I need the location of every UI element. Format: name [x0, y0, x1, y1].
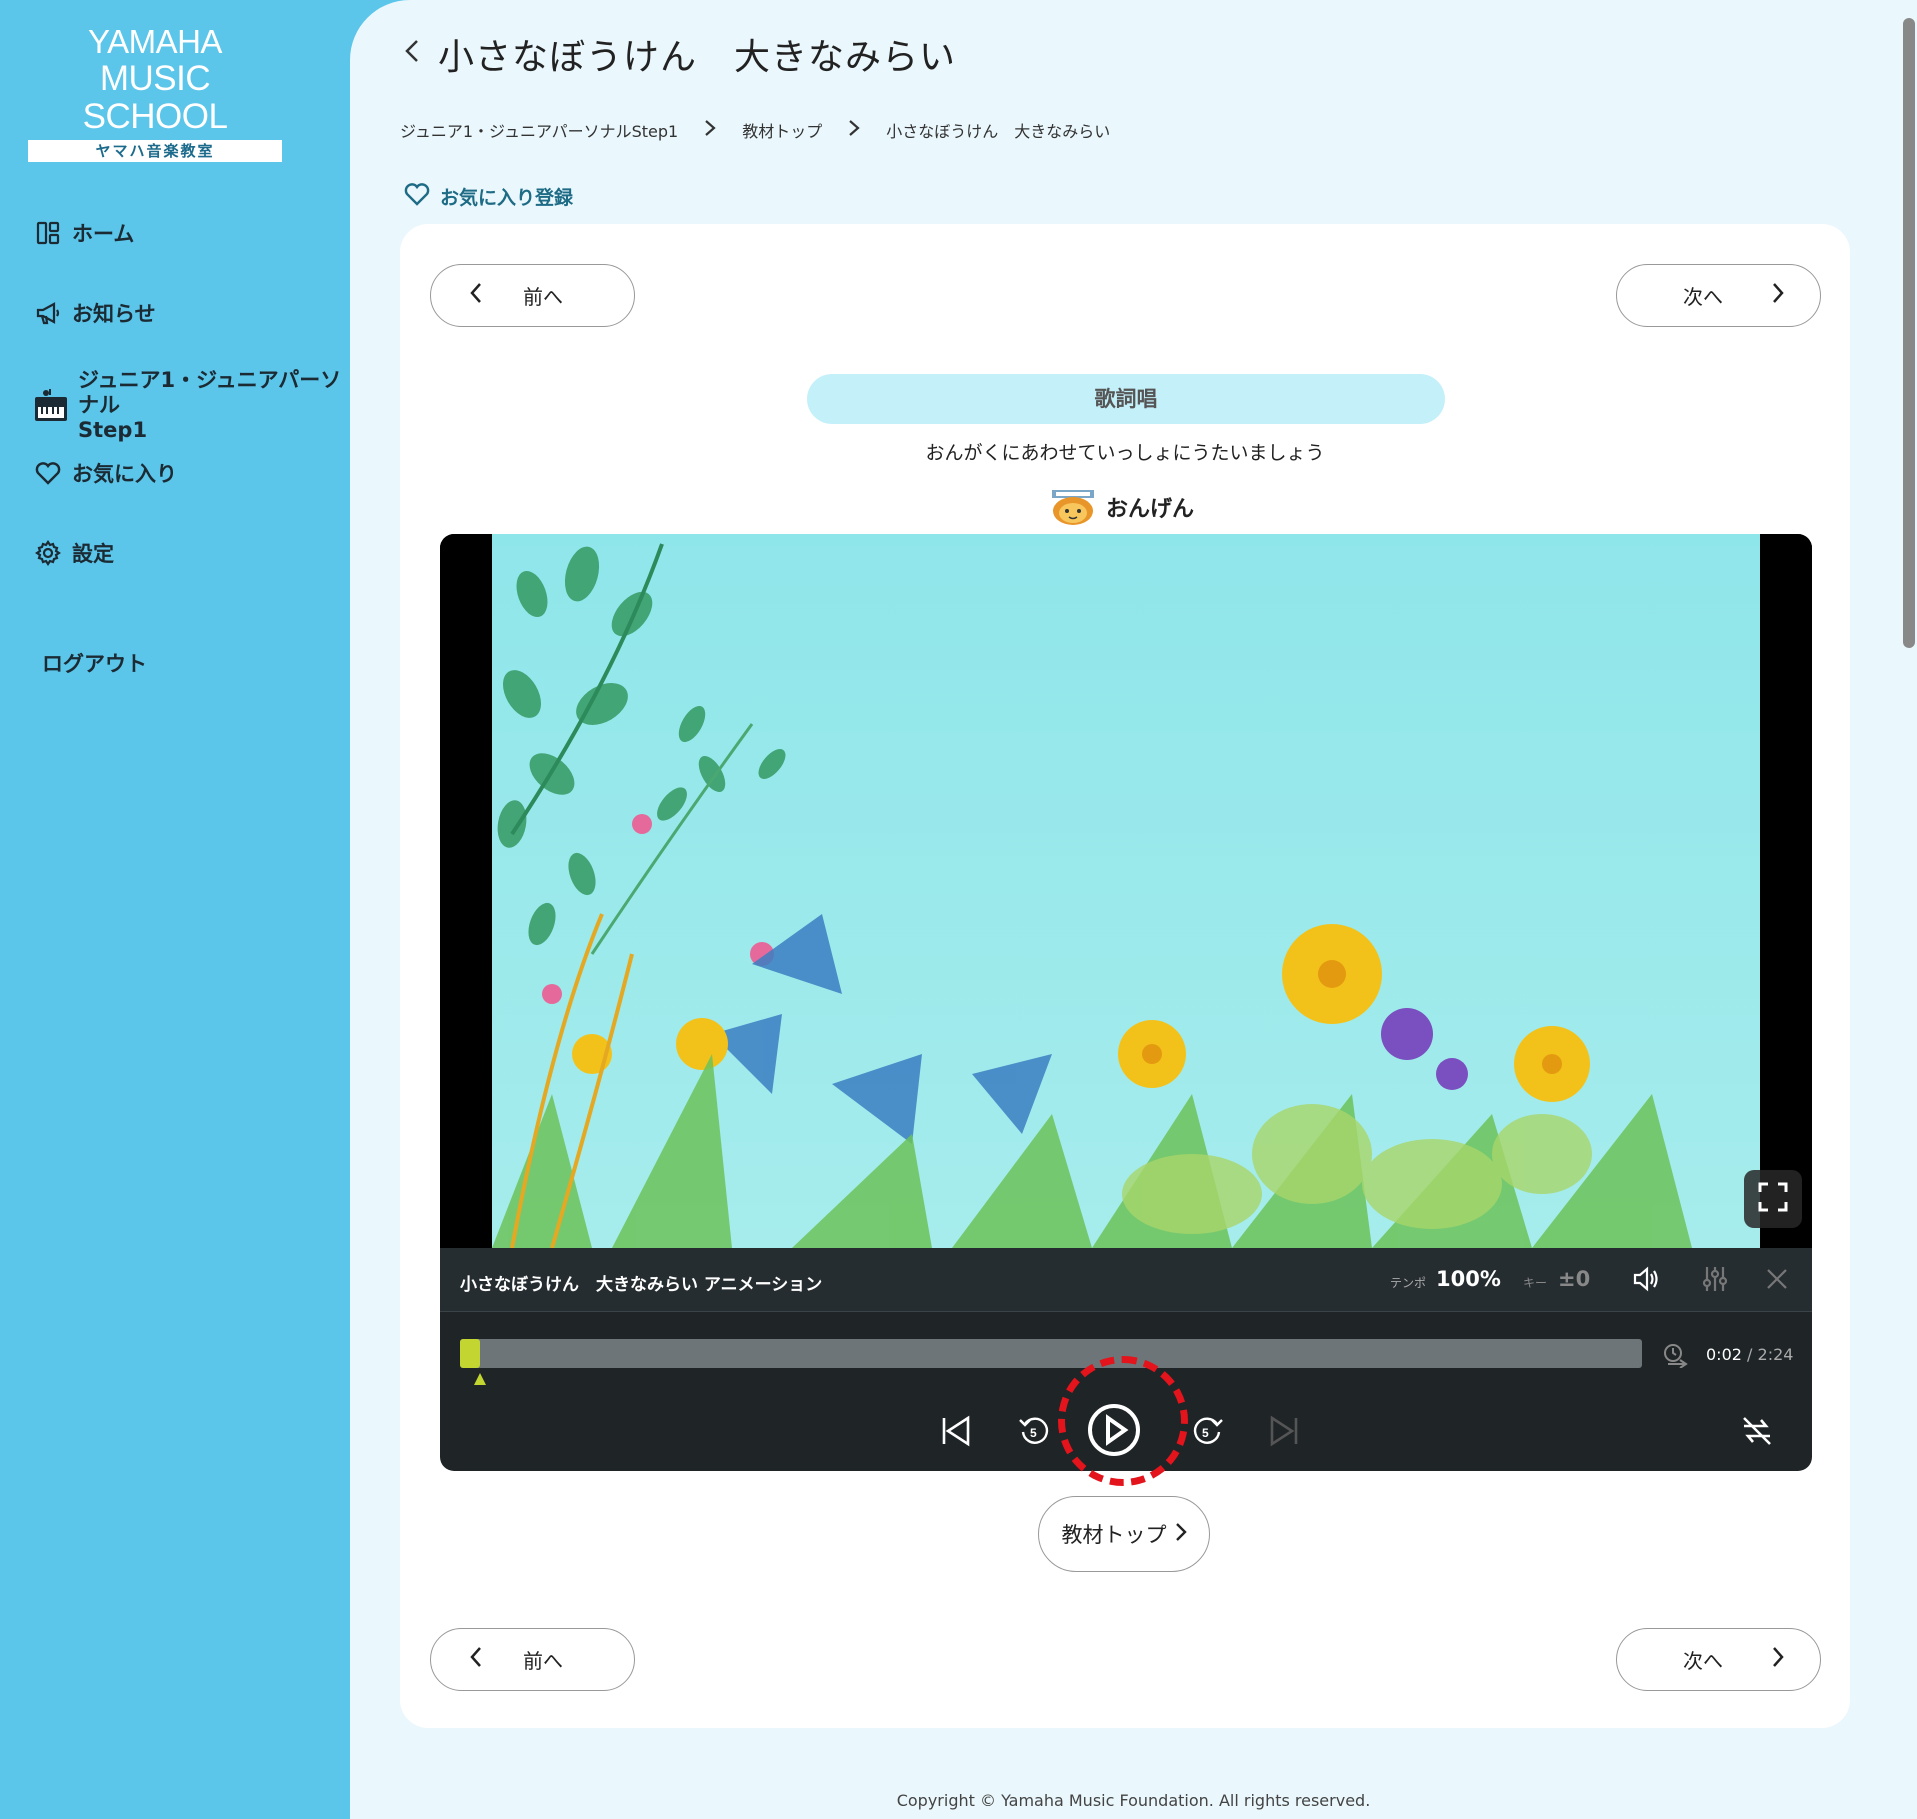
- title-row: 小さなぼうけん 大きなみらい: [404, 28, 956, 80]
- prev-label: 前へ: [523, 285, 563, 309]
- kyozai-top-label: 教材トップ: [1061, 1523, 1167, 1547]
- sidebar-item-label: 設定: [72, 542, 114, 566]
- instruction-text: おんがくにあわせていっしょにうたいましょう: [925, 442, 1325, 464]
- breadcrumb: ジュニア1・ジュニアパーソナルStep1 教材トップ 小さなぼうけん 大きなみら…: [400, 118, 1110, 142]
- prev-button-bottom[interactable]: 前へ: [430, 1628, 635, 1691]
- chevron-right-icon: [1771, 281, 1785, 311]
- mixer-settings-icon[interactable]: [1702, 1265, 1728, 1293]
- chevron-right-icon: [1175, 1520, 1187, 1548]
- seek-bar-handle[interactable]: [474, 1373, 486, 1385]
- yamaha-logo[interactable]: YAMAHA MUSIC SCHOOL ヤマハ音楽教室: [28, 24, 282, 162]
- favorite-register-button[interactable]: お気に入り登録: [404, 182, 573, 211]
- svg-text:5: 5: [1202, 1426, 1209, 1440]
- audio-source-text: おんげん: [1106, 497, 1195, 522]
- logo-line3: ヤマハ音楽教室: [28, 140, 282, 162]
- next-button-bottom[interactable]: 次へ: [1616, 1628, 1821, 1691]
- tempo-value[interactable]: 100%: [1436, 1267, 1501, 1291]
- sidebar-item-home[interactable]: ホーム: [34, 218, 134, 248]
- sidebar-item-settings[interactable]: 設定: [34, 538, 114, 568]
- page-title: 小さなぼうけん 大きなみらい: [438, 37, 957, 78]
- seek-bar[interactable]: [460, 1339, 1642, 1385]
- sidebar-item-label: ジュニア1・ジュニアパーソナル: [78, 368, 342, 417]
- breadcrumb-item-kyozai-top[interactable]: 教材トップ: [742, 118, 822, 142]
- skip-to-start-icon[interactable]: [940, 1415, 972, 1447]
- breadcrumb-item-course[interactable]: ジュニア1・ジュニアパーソナルStep1: [400, 118, 678, 142]
- duration: 2:24: [1757, 1345, 1794, 1364]
- sidebar-item-label: お知らせ: [72, 302, 156, 326]
- sidebar: YAMAHA MUSIC SCHOOL ヤマハ音楽教室 ホーム お知らせ ジュニ…: [0, 0, 360, 1819]
- video-title: 小さなぼうけん 大きなみらい アニメーション: [460, 1275, 823, 1295]
- breadcrumb-item-current: 小さなぼうけん 大きなみらい: [886, 122, 1111, 141]
- play-button[interactable]: [1085, 1401, 1143, 1459]
- next-button-top[interactable]: 次へ: [1616, 264, 1821, 327]
- copyright-text: Copyright © Yamaha Music Foundation. All…: [896, 1791, 1371, 1810]
- volume-icon[interactable]: [1632, 1266, 1660, 1292]
- heart-icon: [34, 459, 62, 487]
- close-icon[interactable]: [1766, 1268, 1788, 1290]
- seek-bar-fill: [460, 1339, 480, 1368]
- heart-outline-icon: [404, 182, 430, 211]
- sidebar-item-junior1[interactable]: ジュニア1・ジュニアパーソナル Step1: [34, 368, 360, 443]
- video-player: 小さなぼうけん 大きなみらい アニメーション テンポ 100% キー ±0 0:…: [440, 534, 1812, 1471]
- breadcrumb-chevron-icon: [848, 118, 860, 142]
- next-label: 次へ: [1683, 1649, 1723, 1673]
- sidebar-item-logout[interactable]: ログアウト: [42, 648, 147, 678]
- lion-mascot-icon: [1050, 488, 1096, 526]
- player-info-bar: 小さなぼうけん 大きなみらい アニメーション テンポ 100% キー ±0: [440, 1248, 1812, 1312]
- loop-range-icon[interactable]: [1662, 1342, 1688, 1368]
- megaphone-icon: [34, 299, 62, 327]
- forward-5s-icon[interactable]: 5: [1190, 1414, 1224, 1448]
- gear-icon: [34, 539, 62, 567]
- prev-button-top[interactable]: 前へ: [430, 264, 635, 327]
- chevron-left-icon: [469, 281, 483, 311]
- fullscreen-button[interactable]: [1744, 1170, 1802, 1228]
- fullscreen-icon: [1758, 1182, 1788, 1216]
- audio-source-label: おんげん: [1050, 488, 1194, 526]
- video-illustration: [492, 534, 1760, 1248]
- kyozai-top-button[interactable]: 教材トップ: [1038, 1496, 1210, 1572]
- content-card: 前へ 次へ 歌詞唱 おんがくにあわせていっしょにうたいましょう おんげん 小さな…: [400, 224, 1850, 1728]
- sidebar-item-favorites[interactable]: お気に入り: [34, 458, 177, 488]
- keyboard-icon: [34, 388, 68, 424]
- section-label-pill: 歌詞唱: [807, 374, 1445, 424]
- logo-line1: YAMAHA: [88, 23, 222, 60]
- prev-label: 前へ: [523, 1649, 563, 1673]
- page-scrollbar[interactable]: [1903, 18, 1915, 648]
- skip-to-end-icon[interactable]: [1268, 1415, 1300, 1447]
- tempo-label: テンポ: [1390, 1276, 1427, 1290]
- favorite-register-label: お気に入り登録: [440, 187, 574, 209]
- chevron-right-icon: [1771, 1645, 1785, 1675]
- sidebar-item-news[interactable]: お知らせ: [34, 298, 156, 328]
- sidebar-item-label-line2: Step1: [78, 418, 148, 442]
- rewind-5s-icon[interactable]: 5: [1018, 1414, 1052, 1448]
- svg-text:5: 5: [1030, 1426, 1037, 1440]
- key-label: キー: [1523, 1276, 1548, 1290]
- chevron-left-icon: [469, 1645, 483, 1675]
- breadcrumb-chevron-icon: [704, 118, 716, 142]
- back-chevron-icon[interactable]: [404, 37, 420, 72]
- time-display: 0:02 / 2:24: [1706, 1345, 1794, 1364]
- sidebar-item-label: ホーム: [72, 222, 135, 246]
- repeat-off-icon[interactable]: [1740, 1414, 1774, 1448]
- logo-line2: MUSIC SCHOOL: [82, 59, 228, 136]
- current-time: 0:02: [1706, 1345, 1742, 1364]
- sidebar-item-label: お気に入り: [72, 462, 177, 486]
- grid-icon: [34, 219, 62, 247]
- video-frame[interactable]: [440, 534, 1812, 1248]
- next-label: 次へ: [1683, 285, 1723, 309]
- sidebar-item-label: ログアウト: [42, 652, 147, 676]
- key-value[interactable]: ±0: [1558, 1267, 1590, 1291]
